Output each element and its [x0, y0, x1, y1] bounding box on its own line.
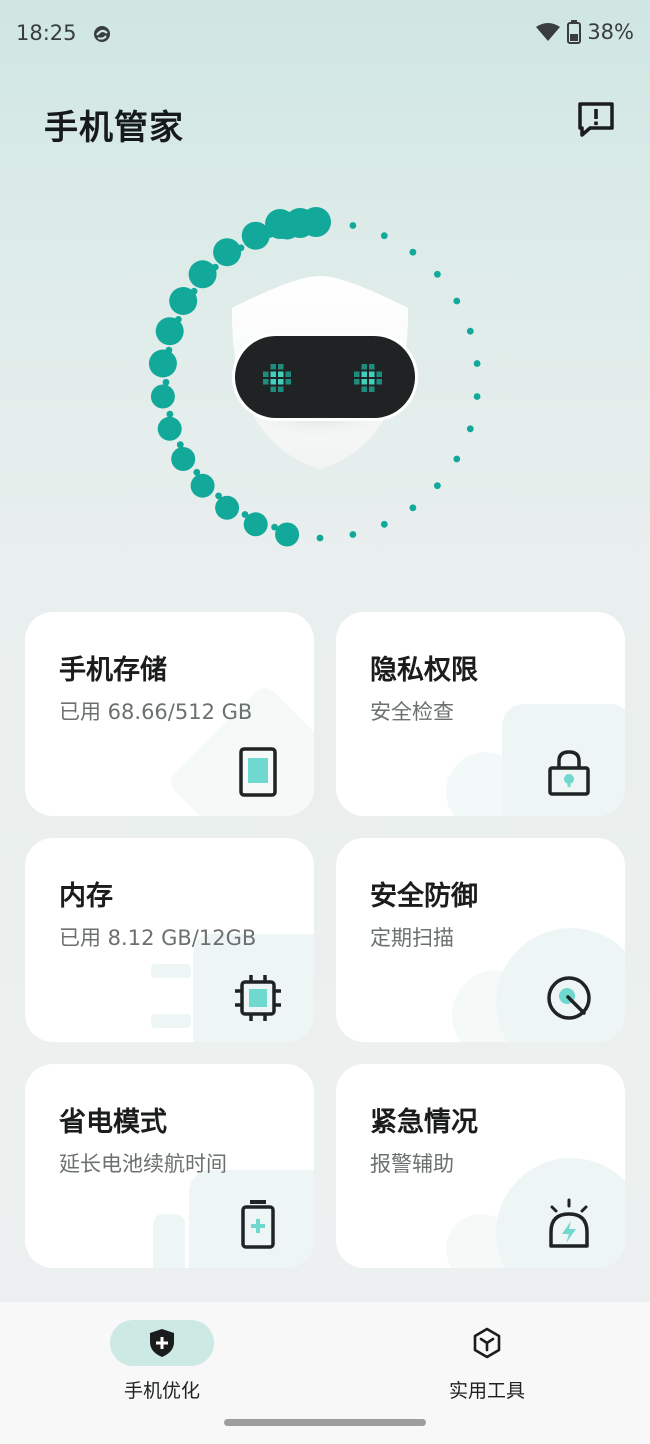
ring-dot — [453, 297, 461, 305]
ring-dot-small — [190, 287, 198, 295]
ring-dot-small — [215, 492, 222, 500]
score-ring — [148, 207, 481, 547]
page-title: 手机管家 — [44, 108, 184, 148]
ring-dot-small — [193, 468, 201, 476]
ring-dot — [157, 416, 182, 441]
ring-dot — [473, 360, 481, 367]
battery-status-icon — [567, 20, 582, 44]
ring-dot — [316, 534, 324, 542]
tab-phone-optimization[interactable]: 手机优化 — [62, 1320, 262, 1403]
battery-icon — [241, 1200, 275, 1249]
ring-dot — [453, 455, 461, 463]
alarm-icon — [549, 1198, 589, 1248]
ring-dot — [466, 425, 474, 433]
tab-utilities[interactable]: 实用工具 — [387, 1320, 587, 1403]
ring-dot-small — [166, 410, 174, 418]
browser-notification-icon — [94, 26, 110, 42]
battery-percent: 38% — [587, 20, 634, 44]
tab-label: 手机优化 — [123, 1380, 200, 1402]
card-title: 安全防御 — [370, 881, 478, 912]
ring-dot — [349, 222, 357, 229]
storage-icon — [239, 747, 277, 797]
chip-icon — [235, 975, 281, 1021]
card-emergency[interactable]: 紧急情况 报警辅助 — [336, 1064, 625, 1268]
ring-dot-small — [175, 316, 182, 323]
shield-plus-icon — [150, 1329, 174, 1357]
feedback-icon — [578, 102, 614, 137]
ring-dot-small — [162, 378, 170, 386]
ring-dot — [215, 495, 240, 520]
card-title: 手机存储 — [59, 655, 167, 686]
ring-dot-small — [165, 346, 173, 354]
card-privacy[interactable]: 隐私权限 安全检查 — [336, 612, 625, 816]
ring-dot — [275, 522, 300, 547]
ring-dot — [349, 531, 357, 538]
status-bar: 18:25 38% — [0, 0, 650, 70]
ring-dot — [171, 447, 196, 471]
ring-dot — [380, 520, 388, 528]
status-indicators: 38% — [535, 20, 634, 44]
card-title: 隐私权限 — [370, 655, 478, 686]
ring-dot — [473, 393, 481, 400]
ring-dot — [409, 504, 417, 512]
card-subtitle: 延长电池续航时间 — [59, 1152, 227, 1176]
ring-dot — [434, 270, 441, 278]
tab-active-indicator — [110, 1320, 214, 1366]
card-title: 省电模式 — [59, 1107, 167, 1138]
ring-dot-small — [241, 511, 249, 518]
card-phone-storage[interactable]: 手机存储 已用 68.66/512 GB — [25, 612, 314, 816]
ring-dot-small — [211, 263, 219, 271]
status-time: 18:25 — [16, 21, 77, 45]
ring-dot-small — [237, 244, 245, 252]
ring-dot — [150, 384, 175, 409]
home-indicator[interactable] — [224, 1419, 426, 1426]
optimization-mascot[interactable] — [130, 190, 510, 570]
card-subtitle: 定期扫描 — [370, 926, 454, 950]
wifi-icon — [536, 23, 561, 41]
tab-label: 实用工具 — [448, 1380, 525, 1402]
ring-dot — [434, 482, 441, 490]
card-memory[interactable]: 内存 已用 8.12 GB/12GB — [25, 838, 314, 1042]
ring-dot — [466, 327, 474, 335]
tab-icon-wrap — [435, 1320, 539, 1366]
ring-dot — [213, 238, 242, 267]
ring-dot-small — [176, 441, 184, 449]
ring-dot — [190, 473, 215, 498]
lock-icon — [548, 750, 590, 796]
card-title: 内存 — [59, 881, 113, 912]
card-subtitle: 已用 8.12 GB/12GB — [59, 926, 257, 950]
card-subtitle: 报警辅助 — [370, 1152, 454, 1176]
card-title: 紧急情况 — [370, 1107, 478, 1138]
ring-dot — [188, 260, 217, 289]
ring-dot — [380, 232, 388, 240]
card-subtitle: 已用 68.66/512 GB — [59, 700, 253, 724]
feedback-button[interactable] — [574, 98, 618, 142]
ring-dot-head — [301, 207, 331, 237]
card-subtitle: 安全检查 — [370, 700, 454, 724]
toolbox-icon — [473, 1327, 501, 1359]
ring-dot — [409, 248, 417, 256]
ring-dot — [148, 349, 177, 378]
ring-dot-small — [271, 523, 278, 531]
card-security[interactable]: 安全防御 定期扫描 — [336, 838, 625, 1042]
card-power-saving[interactable]: 省电模式 延长电池续航时间 — [25, 1064, 314, 1268]
scan-icon — [547, 976, 591, 1020]
